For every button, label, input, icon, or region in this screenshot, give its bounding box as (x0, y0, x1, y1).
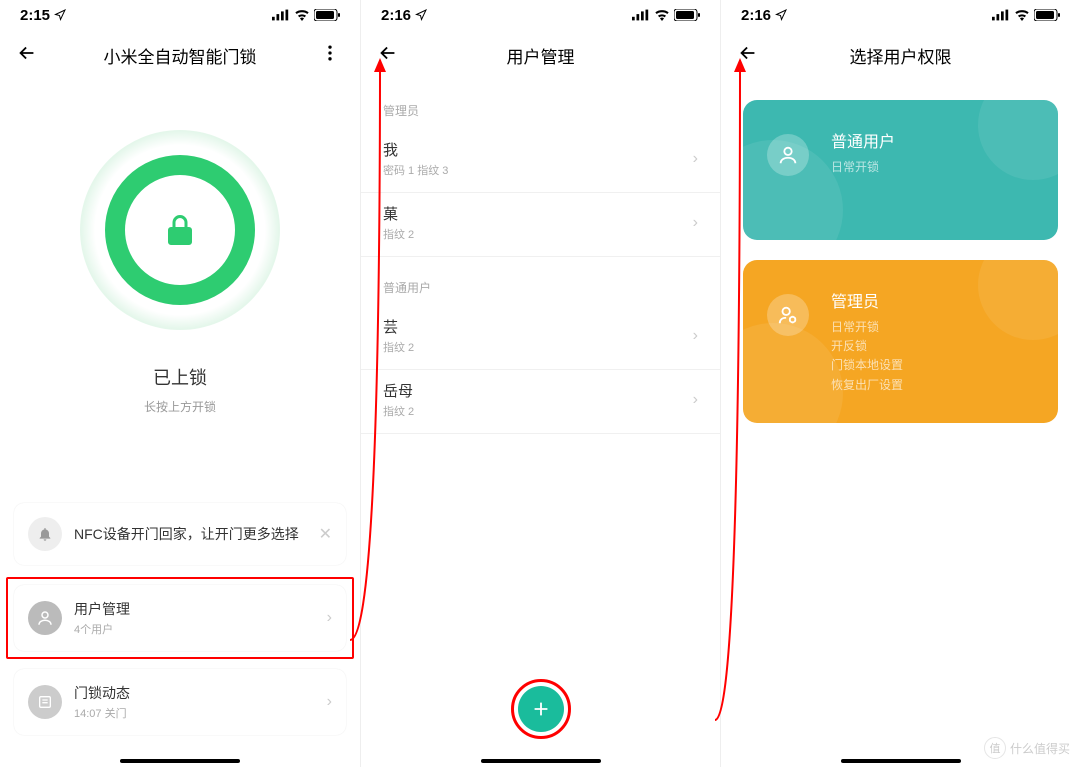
chevron-right-icon: › (693, 150, 698, 168)
perm-line: 日常开锁 (831, 158, 1034, 177)
home-indicator (481, 759, 601, 763)
close-banner-button[interactable]: ✕ (319, 524, 332, 544)
section-label-admin: 管理员 (361, 80, 720, 129)
list-icon (37, 694, 53, 710)
signal-icon (992, 9, 1010, 21)
back-arrow-icon (737, 42, 759, 64)
back-button[interactable] (737, 42, 759, 69)
lock-log-card[interactable]: 门锁动态 14:07 关门 › (14, 669, 346, 735)
signal-icon (272, 9, 290, 21)
perm-line: 门锁本地设置 (831, 356, 1034, 375)
nfc-banner-card[interactable]: NFC设备开门回家，让开门更多选择 ✕ (14, 503, 346, 565)
person-gear-icon (777, 304, 799, 326)
page-title: 用户管理 (507, 43, 575, 68)
bell-icon (37, 526, 53, 542)
header: 选择用户权限 (721, 30, 1080, 80)
back-button[interactable] (377, 42, 399, 69)
status-time: 2:15 (20, 7, 50, 24)
user-row-admin[interactable]: 菓 指纹 2 › (361, 193, 720, 257)
wifi-icon (1014, 9, 1030, 21)
chevron-right-icon: › (693, 327, 698, 345)
user-row-normal[interactable]: 岳母 指纹 2 › (361, 370, 720, 434)
perm-admin-title: 管理员 (831, 288, 1034, 312)
screen-lock-home: 2:15 小米全自动智能门锁 已上锁 长按上方开锁 (0, 0, 360, 767)
signal-icon (632, 9, 650, 21)
nfc-banner-text: NFC设备开门回家，让开门更多选择 (74, 524, 319, 544)
chevron-right-icon: › (327, 693, 332, 711)
user-management-card[interactable]: 用户管理 4个用户 › (14, 585, 346, 651)
chevron-right-icon: › (327, 609, 332, 627)
wifi-icon (654, 9, 670, 21)
user-name: 芸 (383, 316, 693, 337)
annotation-highlight-box: 用户管理 4个用户 › (6, 577, 354, 659)
back-arrow-icon (16, 42, 38, 64)
perm-line: 日常开锁 (831, 318, 1034, 337)
lock-log-sub: 14:07 关门 (74, 705, 327, 721)
location-icon (415, 9, 427, 21)
user-mgmt-title: 用户管理 (74, 599, 327, 619)
plus-icon (530, 698, 552, 720)
back-button[interactable] (16, 42, 38, 69)
user-row-admin[interactable]: 我 密码 1 指纹 3 › (361, 129, 720, 193)
status-time: 2:16 (381, 7, 411, 24)
perm-line: 开反锁 (831, 337, 1034, 356)
user-detail: 密码 1 指纹 3 (383, 162, 693, 178)
lock-ring-button[interactable] (80, 130, 280, 330)
battery-icon (674, 9, 700, 21)
watermark-icon: 值 (984, 737, 1006, 759)
screen-user-management: 2:16 用户管理 管理员 我 密码 1 指纹 3 › 菓 指纹 2 › 普通用… (360, 0, 720, 767)
home-indicator (841, 759, 961, 763)
user-name: 我 (383, 139, 693, 160)
person-icon (36, 609, 54, 627)
page-title: 小米全自动智能门锁 (104, 43, 257, 68)
more-button[interactable] (320, 43, 340, 68)
more-vertical-icon (320, 43, 340, 63)
lock-hint-text: 长按上方开锁 (144, 398, 216, 415)
section-label-normal: 普通用户 (361, 257, 720, 306)
perm-line: 恢复出厂设置 (831, 376, 1034, 395)
chevron-right-icon: › (693, 214, 698, 232)
permission-card-admin[interactable]: 管理员 日常开锁 开反锁 门锁本地设置 恢复出厂设置 (743, 260, 1058, 423)
screen-select-permission: 2:16 选择用户权限 普通用户 日常开锁 管理员 日常开锁 开反锁 (720, 0, 1080, 767)
status-bar: 2:15 (0, 0, 360, 30)
header: 用户管理 (361, 30, 720, 80)
user-detail: 指纹 2 (383, 226, 693, 242)
home-indicator (120, 759, 240, 763)
battery-icon (314, 9, 340, 21)
status-bar: 2:16 (721, 0, 1080, 30)
user-row-normal[interactable]: 芸 指纹 2 › (361, 306, 720, 370)
location-icon (775, 9, 787, 21)
header: 小米全自动智能门锁 (0, 30, 360, 80)
page-title: 选择用户权限 (850, 43, 952, 68)
user-mgmt-sub: 4个用户 (74, 621, 327, 637)
user-detail: 指纹 2 (383, 403, 693, 419)
battery-icon (1034, 9, 1060, 21)
user-name: 岳母 (383, 380, 693, 401)
user-name: 菓 (383, 203, 693, 224)
person-icon (777, 144, 799, 166)
lock-status-area: 已上锁 长按上方开锁 (0, 80, 360, 415)
lock-status-text: 已上锁 (153, 364, 207, 390)
annotation-fab-highlight (511, 679, 571, 739)
location-icon (54, 9, 66, 21)
wifi-icon (294, 9, 310, 21)
user-detail: 指纹 2 (383, 339, 693, 355)
status-bar: 2:16 (361, 0, 720, 30)
chevron-right-icon: › (693, 391, 698, 409)
watermark: 值 什么值得买 (984, 737, 1070, 759)
watermark-text: 什么值得买 (1010, 740, 1070, 757)
status-time: 2:16 (741, 7, 771, 24)
back-arrow-icon (377, 42, 399, 64)
perm-normal-title: 普通用户 (831, 128, 1034, 152)
add-user-button[interactable] (518, 686, 564, 732)
lock-log-title: 门锁动态 (74, 683, 327, 703)
permission-card-normal[interactable]: 普通用户 日常开锁 (743, 100, 1058, 240)
